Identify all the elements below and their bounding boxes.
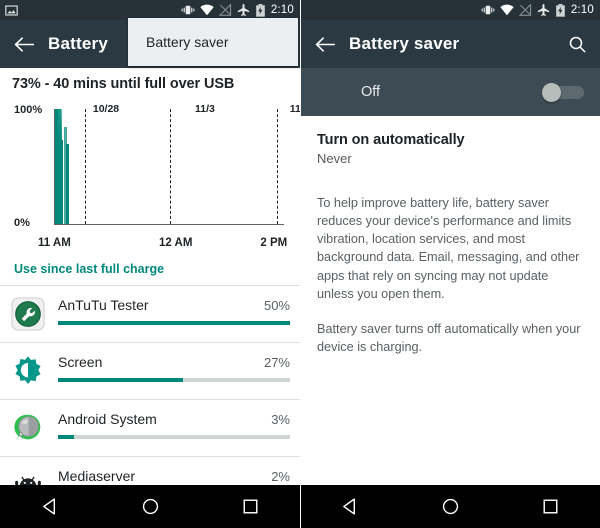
navigation-bar — [301, 485, 600, 528]
status-bar: 2:10 — [301, 0, 600, 20]
app-name: Screen — [58, 354, 103, 370]
chart-date-gridline — [169, 109, 171, 224]
table-row[interactable]: Screen 27% — [0, 343, 300, 400]
switch-thumb — [542, 83, 561, 102]
app-percent: 2% — [271, 469, 290, 484]
description-paragraph-2: Battery saver turns off automatically wh… — [317, 321, 581, 355]
battery-saver-toggle-row[interactable]: Off — [301, 68, 600, 116]
signal-off-icon — [218, 4, 232, 16]
usage-bar-track — [58, 435, 290, 439]
table-row[interactable]: Android System 3% — [0, 400, 300, 457]
screenshot-icon — [5, 4, 18, 17]
battery-saver-switch[interactable] — [542, 83, 584, 102]
nav-recents-button[interactable] — [222, 485, 278, 528]
home-circle-icon — [142, 498, 158, 515]
chart-bar — [66, 143, 70, 224]
battery-charging-icon — [555, 3, 566, 17]
app-name: Mediaserver — [58, 468, 136, 484]
chart-x-tick-label: 2 PM — [260, 237, 288, 249]
back-arrow-icon — [13, 36, 34, 52]
right-screen-battery-saver: 2:10 Battery saver Off Turn on automatic… — [300, 0, 600, 528]
usage-bar-fill — [58, 435, 75, 439]
toggle-state-label: Off — [361, 84, 381, 100]
brightness-icon — [10, 353, 46, 389]
status-bar-notifications — [5, 4, 181, 17]
back-button[interactable] — [301, 20, 349, 68]
battery-status-headline: 73% - 40 mins until full over USB — [12, 76, 235, 92]
chart-date-gridline — [277, 109, 279, 224]
chart-date-gridline — [84, 109, 86, 224]
navigation-bar — [0, 485, 300, 528]
turn-on-automatically-section[interactable]: Turn on automatically Never To help impr… — [301, 116, 600, 356]
page-title: Battery saver — [349, 34, 460, 53]
chart-date-label: 11/9 — [289, 103, 300, 115]
action-bar-battery-saver: Battery saver — [301, 20, 600, 68]
battery-chart-block: 73% - 40 mins until full over USB 100% 0… — [0, 68, 300, 251]
section-title: Turn on automatically — [317, 132, 465, 148]
app-name: AnTuTu Tester — [58, 297, 149, 313]
app-usage-list: AnTuTu Tester 50% Screen 27% Android Sys… — [0, 286, 300, 514]
status-bar-system-icons: 2:10 — [181, 3, 294, 17]
left-screen-battery: 2:10 Battery Battery saver 73% - 40 mins… — [0, 0, 300, 528]
chart-date-label: 11/3 — [195, 103, 215, 115]
y-axis-label-max: 100% — [14, 104, 43, 116]
section-value: Never — [317, 151, 352, 166]
app-percent: 27% — [263, 355, 290, 370]
nav-home-button[interactable] — [122, 485, 178, 528]
vibrate-icon — [181, 4, 195, 16]
chart-plot-area — [54, 109, 284, 225]
status-bar-clock: 2:10 — [570, 4, 594, 16]
battery-charging-icon — [255, 3, 266, 17]
use-since-last-full-charge-link[interactable]: Use since last full charge — [0, 251, 300, 286]
chart-x-tick-label: 11 AM — [38, 237, 71, 249]
vibrate-icon — [481, 4, 495, 16]
android-system-icon — [10, 410, 46, 446]
airplane-mode-icon — [537, 3, 550, 17]
chart-date-label: 10/28 — [92, 103, 120, 115]
y-axis-label-min: 0% — [14, 217, 30, 229]
usage-bar-fill — [58, 378, 184, 382]
nav-back-button[interactable] — [323, 485, 379, 528]
battery-history-chart[interactable]: 100% 0% 10/28 11/3 11/9 11 AM 12 AM 2 PM — [14, 101, 300, 251]
back-button[interactable] — [0, 20, 48, 68]
nav-back-button[interactable] — [22, 485, 78, 528]
recents-square-icon — [243, 499, 257, 514]
nav-recents-button[interactable] — [522, 485, 578, 528]
signal-off-icon — [518, 4, 532, 16]
back-triangle-icon — [343, 498, 356, 515]
screenshot-root: 2:10 Battery Battery saver 73% - 40 mins… — [0, 0, 600, 528]
table-row[interactable]: AnTuTu Tester 50% — [0, 286, 300, 343]
back-arrow-icon — [314, 36, 335, 52]
usage-bar-fill — [58, 321, 290, 325]
menu-item-battery-saver[interactable]: Battery saver — [146, 34, 228, 50]
wifi-icon — [500, 4, 514, 16]
description-paragraph-1: To help improve battery life, battery sa… — [317, 196, 580, 301]
home-circle-icon — [442, 498, 459, 515]
usage-bar-track — [58, 378, 290, 382]
app-name: Android System — [58, 411, 157, 427]
usage-bar-track — [58, 321, 290, 325]
search-icon — [569, 36, 586, 53]
status-bar-clock: 2:10 — [270, 4, 294, 16]
status-bar: 2:10 — [0, 0, 300, 20]
app-percent: 3% — [271, 412, 290, 427]
status-bar-system-icons: 2:10 — [481, 3, 594, 17]
recents-square-icon — [543, 499, 558, 514]
airplane-mode-icon — [237, 3, 250, 17]
chart-x-tick-label: 12 AM — [159, 237, 193, 249]
antutu-icon — [10, 296, 46, 332]
nav-home-button[interactable] — [422, 485, 478, 528]
chart-bar — [60, 140, 64, 224]
back-triangle-icon — [42, 498, 55, 515]
search-button[interactable] — [554, 20, 600, 68]
wifi-icon — [200, 4, 214, 16]
app-percent: 50% — [263, 298, 290, 313]
chart-battery-area — [55, 109, 81, 224]
overflow-menu-popup: Battery saver — [128, 18, 298, 66]
